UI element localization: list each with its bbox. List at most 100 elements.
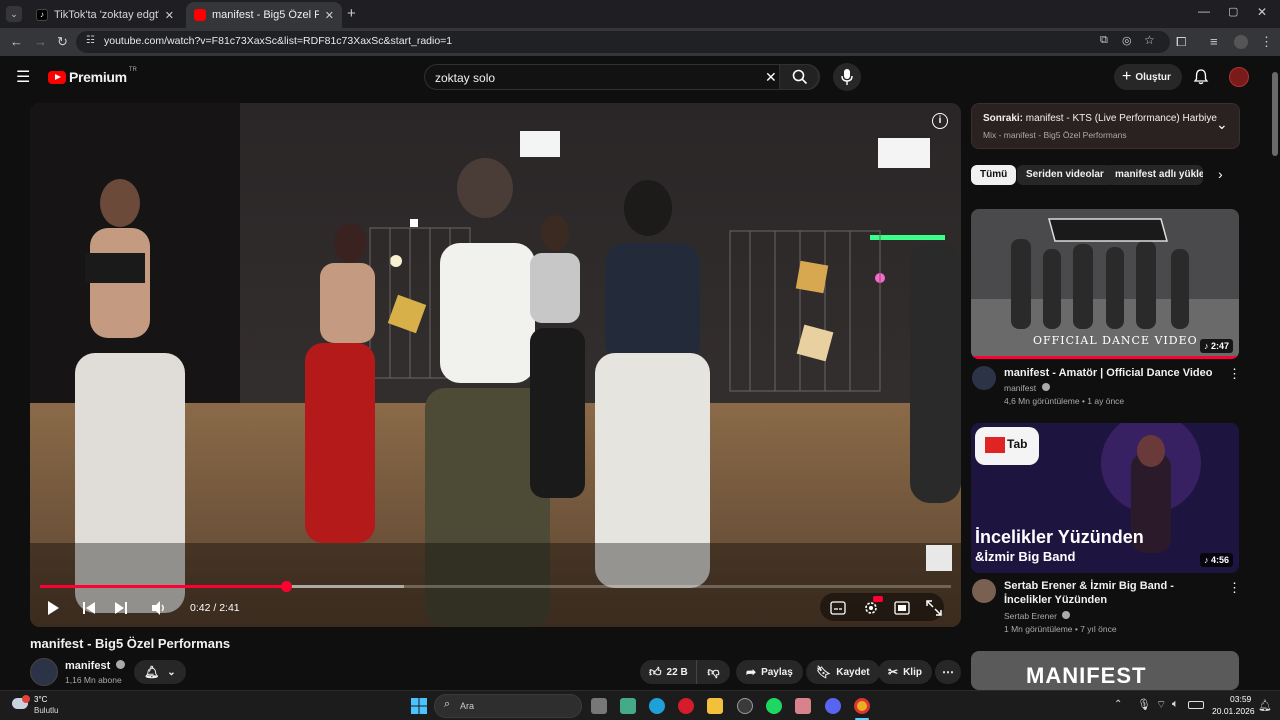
- dislike-button[interactable]: 👎︎: [697, 665, 730, 680]
- reload-icon[interactable]: ↻: [57, 34, 68, 50]
- scrollbar-thumb[interactable]: [1272, 72, 1278, 156]
- recommended-thumbnail[interactable]: OFFICIAL DANCE VIDEO ♪ 2:47: [971, 209, 1239, 359]
- profile-avatar[interactable]: [1234, 35, 1248, 49]
- notifications-icon[interactable]: 🔔︎: [1258, 699, 1272, 712]
- up-next-panel[interactable]: Sonraki: manifest - KTS (Live Performanc…: [971, 103, 1240, 149]
- recommended-title[interactable]: Sertab Erener & İzmir Big Band - İncelik…: [1004, 579, 1224, 607]
- weather-desc: Bulutlu: [34, 706, 59, 715]
- store-icon[interactable]: [620, 698, 636, 714]
- tab-list-button[interactable]: ⌄: [6, 6, 22, 22]
- create-label: Oluştur: [1135, 71, 1171, 83]
- share-button[interactable]: ➦ Paylaş: [736, 660, 803, 684]
- play-icon[interactable]: [46, 600, 60, 616]
- next-icon[interactable]: [114, 601, 128, 615]
- discord-icon[interactable]: [825, 698, 841, 714]
- close-icon[interactable]: ✕: [165, 9, 174, 22]
- chip-series[interactable]: Seriden videolar: [1017, 165, 1113, 185]
- volume-icon[interactable]: [151, 600, 167, 616]
- tab-title: TikTok'ta 'zoktay edgt' bulabilir: [54, 9, 159, 21]
- settings-gear-icon[interactable]: [863, 600, 879, 616]
- chip-all[interactable]: Tümü: [971, 165, 1017, 185]
- video-title: manifest - Big5 Özel Performans: [30, 636, 231, 651]
- bookmark-star-icon[interactable]: ☆: [1144, 33, 1155, 47]
- recommended-title[interactable]: manifest - Amatör | Official Dance Video: [1004, 366, 1224, 380]
- more-menu-icon[interactable]: ⋮: [1260, 34, 1273, 50]
- reading-list-icon[interactable]: ≡: [1210, 34, 1218, 49]
- page-scrollbar[interactable]: [1270, 56, 1280, 690]
- wifi-icon[interactable]: ⌔: [1156, 698, 1166, 712]
- fullscreen-icon[interactable]: [926, 600, 942, 616]
- create-button[interactable]: + Oluştur: [1114, 64, 1182, 90]
- chevron-up-icon[interactable]: ⌃: [1114, 699, 1122, 710]
- previous-icon[interactable]: [82, 601, 96, 615]
- search-box[interactable]: zoktay solo ✕: [424, 64, 820, 90]
- search-input[interactable]: zoktay solo: [435, 71, 495, 85]
- windows-start-icon[interactable]: [411, 698, 427, 714]
- chrome-icon[interactable]: [854, 698, 870, 714]
- theater-mode-icon[interactable]: [894, 601, 910, 615]
- tab-youtube[interactable]: manifest - Big5 Özel Performan ✕: [186, 2, 342, 28]
- more-actions-button[interactable]: ⋯: [935, 660, 961, 684]
- minimize-button[interactable]: —: [1198, 4, 1210, 18]
- recommended-channel[interactable]: manifest: [1004, 383, 1050, 393]
- menu-icon[interactable]: ☰: [16, 67, 30, 87]
- subscribed-bell-button[interactable]: 🔔︎ ⌄: [134, 660, 186, 684]
- recommended-thumbnail[interactable]: MANIFEST: [971, 651, 1239, 690]
- progress-played: [40, 585, 286, 588]
- video-info-icon[interactable]: i: [932, 113, 948, 129]
- install-app-icon[interactable]: ⧉: [1100, 34, 1108, 47]
- tab-tiktok[interactable]: ♪ TikTok'ta 'zoktay edgt' bulabilir ✕: [28, 2, 182, 28]
- microphone-icon[interactable]: 🎙︎: [1137, 698, 1151, 711]
- opera-icon[interactable]: [678, 698, 694, 714]
- forward-icon[interactable]: →: [34, 34, 47, 49]
- progress-scrubber[interactable]: [280, 581, 292, 592]
- eye-off-icon[interactable]: ◎: [1122, 34, 1132, 47]
- speaker-icon[interactable]: 🔈︎: [1172, 698, 1179, 711]
- notifications-bell-icon[interactable]: [1193, 69, 1209, 85]
- app-icon[interactable]: [737, 698, 753, 714]
- clear-search-icon[interactable]: ✕: [765, 69, 777, 86]
- more-horizontal-icon: ⋯: [942, 665, 954, 679]
- site-info-icon[interactable]: ☷: [86, 35, 95, 46]
- recommended-channel[interactable]: Sertab Erener: [1004, 611, 1071, 621]
- taskbar-search[interactable]: ⌕ Ara: [434, 694, 582, 718]
- recommended-channel-avatar[interactable]: [972, 579, 996, 603]
- clock-date[interactable]: 20.01.2026: [1212, 706, 1255, 716]
- recommended-channel-avatar[interactable]: [972, 366, 996, 390]
- back-icon[interactable]: ←: [10, 34, 23, 49]
- thumbnail-headline: İncelikler Yüzünden: [975, 527, 1144, 547]
- url-text: youtube.com/watch?v=F81c73XaxSc&list=RDF…: [104, 35, 453, 47]
- file-explorer-icon[interactable]: [707, 698, 723, 714]
- task-view-icon[interactable]: [591, 698, 607, 714]
- account-avatar[interactable]: [1229, 67, 1249, 87]
- more-vertical-icon[interactable]: ⋮: [1228, 580, 1241, 596]
- battery-icon[interactable]: [1188, 701, 1204, 709]
- channel-name[interactable]: manifest: [65, 660, 126, 672]
- voice-search-button[interactable]: [833, 63, 861, 91]
- clock-time[interactable]: 03:59: [1230, 694, 1251, 704]
- search-button[interactable]: [779, 64, 819, 90]
- close-icon[interactable]: ✕: [325, 9, 334, 22]
- channel-watermark[interactable]: [926, 545, 952, 571]
- chip-uploader[interactable]: manifest adlı yükleyic: [1106, 165, 1203, 185]
- save-button[interactable]: 🔖︎ Kaydet: [806, 660, 880, 684]
- address-bar[interactable]: ☷ youtube.com/watch?v=F81c73XaxSc&list=R…: [76, 31, 1170, 53]
- progress-track[interactable]: [40, 581, 951, 592]
- clip-button[interactable]: ✂ Klip: [878, 660, 932, 684]
- window-close-button[interactable]: ✕: [1257, 5, 1267, 19]
- new-tab-button[interactable]: +: [347, 5, 356, 22]
- youtube-logo[interactable]: Premium TR: [48, 67, 137, 85]
- extensions-icon[interactable]: ⧠: [1176, 34, 1186, 50]
- subtitles-icon[interactable]: [830, 601, 846, 615]
- like-button[interactable]: 👍︎ 22 B: [640, 660, 697, 684]
- photos-icon[interactable]: [795, 698, 811, 714]
- chevron-right-icon[interactable]: ›: [1218, 166, 1223, 182]
- chevron-down-icon[interactable]: ⌄: [1216, 116, 1228, 133]
- more-vertical-icon[interactable]: ⋮: [1228, 366, 1241, 382]
- edge-icon[interactable]: [649, 698, 665, 714]
- video-player[interactable]: i 0:42 / 2:41: [30, 103, 961, 627]
- restore-button[interactable]: ▢: [1228, 5, 1238, 18]
- spotify-icon[interactable]: [766, 698, 782, 714]
- channel-avatar[interactable]: [30, 658, 58, 686]
- recommended-thumbnail[interactable]: Tab İncelikler Yüzünden &İzmir Big Band …: [971, 423, 1239, 573]
